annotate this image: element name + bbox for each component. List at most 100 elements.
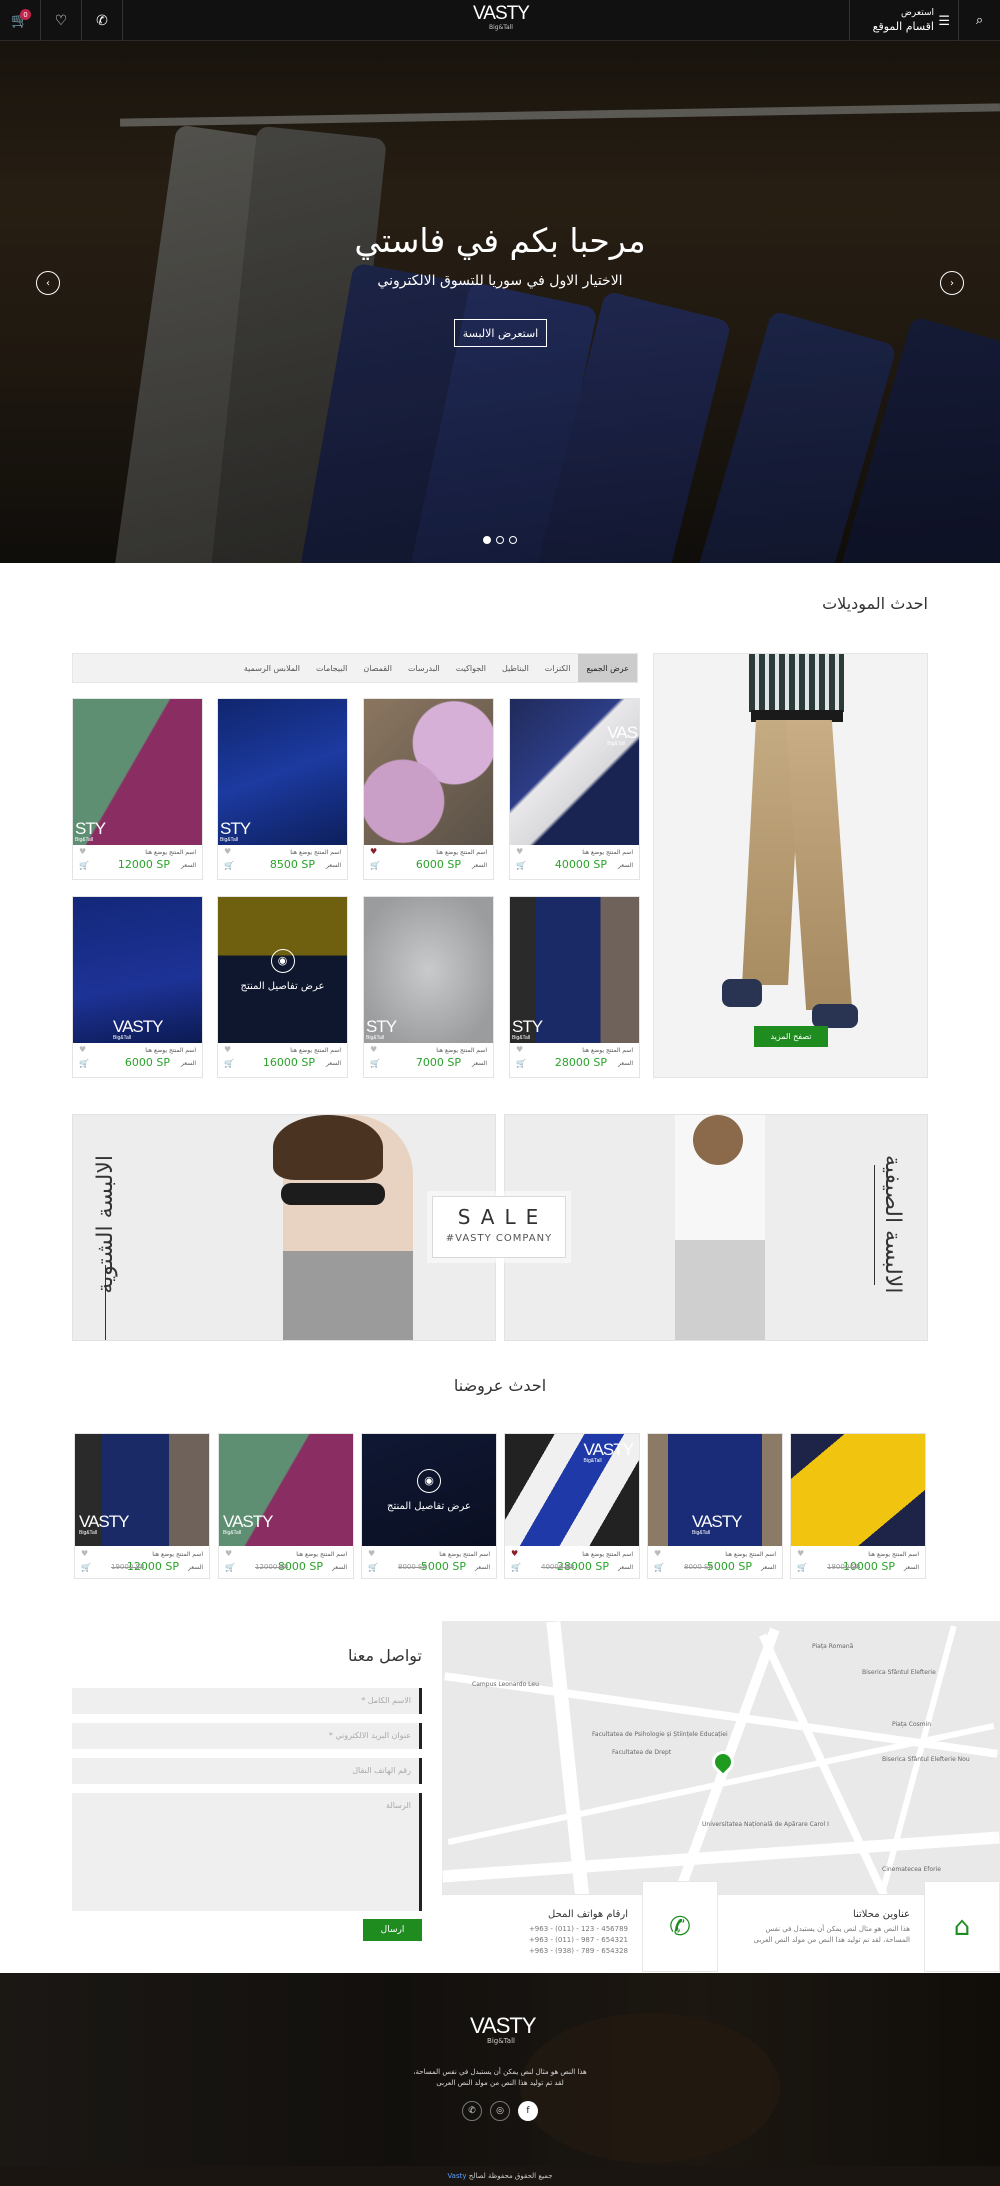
offer-card[interactable]: اسم المنتج يوضع هنا السعر 10000 SP 18000… xyxy=(790,1433,926,1579)
footer-logo-text: VASTY xyxy=(470,2013,537,2038)
heart-icon[interactable]: ♥ xyxy=(516,1045,523,1054)
product-details-overlay[interactable]: ◉ عرض تفاصيل المنتج xyxy=(218,897,347,1043)
price-label: السعر xyxy=(331,1564,347,1571)
heart-icon[interactable]: ♥ xyxy=(370,847,377,856)
slider-dot-3[interactable] xyxy=(509,536,517,544)
footer-logo[interactable]: VASTY Big&Tall xyxy=(470,2013,537,2046)
cart-icon[interactable]: 🛒 xyxy=(224,861,234,870)
full-name-field[interactable]: الاسم الكامل * xyxy=(72,1688,422,1714)
whatsapp-icon[interactable]: ✆ xyxy=(462,2101,482,2121)
cart-icon[interactable]: 🛒 xyxy=(516,861,526,870)
phones-title: ارقام هواتف المحل xyxy=(548,1909,628,1920)
tab-pajamas[interactable]: البيجامات xyxy=(308,654,355,682)
tab-sweaters[interactable]: الكنزات xyxy=(537,654,579,682)
cart-icon[interactable]: 🛒 xyxy=(225,1563,235,1572)
tab-shirts[interactable]: القمصان xyxy=(355,654,400,682)
cart-icon[interactable]: 🛒 xyxy=(81,1563,91,1572)
search-button[interactable]: ⌕ xyxy=(959,0,1000,41)
sale-badge[interactable]: SALE #VASTY COMPANY xyxy=(432,1196,566,1258)
slider-dot-2[interactable] xyxy=(496,536,504,544)
browse-clothes-button[interactable]: استعرض الالبسة xyxy=(454,319,547,347)
product-name: اسم المنتج يوضع هنا xyxy=(436,849,487,856)
cart-icon[interactable]: 🛒 xyxy=(370,1059,380,1068)
cart-icon[interactable]: 🛒 xyxy=(511,1563,521,1572)
heart-icon[interactable]: ♥ xyxy=(370,1045,377,1054)
heart-icon[interactable]: ♥ xyxy=(654,1549,661,1558)
message-field[interactable]: الرسالة xyxy=(72,1793,422,1911)
product-name: اسم المنتج يوضع هنا xyxy=(439,1551,490,1558)
wishlist-button[interactable]: ♡ xyxy=(41,0,82,41)
heart-icon[interactable]: ♥ xyxy=(79,847,86,856)
menu-label-large: اقسام الموقع xyxy=(872,20,934,33)
old-price: 12000 SP xyxy=(255,1563,289,1571)
facebook-icon[interactable]: f xyxy=(518,2101,538,2121)
heart-icon[interactable]: ♥ xyxy=(368,1549,375,1558)
heart-icon[interactable]: ♥ xyxy=(224,1045,231,1054)
heart-icon[interactable]: ♥ xyxy=(511,1549,518,1558)
heart-icon[interactable]: ♥ xyxy=(516,847,523,856)
product-card[interactable]: STY Big&Tall اسم المنتج يوضع هنا السعر 85… xyxy=(217,698,348,880)
vasty-watermark: VASTY Big&Tall xyxy=(692,1512,742,1536)
price-label: السعر xyxy=(617,1564,633,1571)
heart-icon[interactable]: ♥ xyxy=(797,1549,804,1558)
product-card[interactable]: STY Big&Tall اسم المنتج يوضع هنا السعر 70… xyxy=(363,896,494,1078)
phone-number: +963 - (938) - 789 - 654328 xyxy=(528,1947,628,1955)
price-label: السعر xyxy=(617,1060,633,1067)
product-card[interactable]: اسم المنتج يوضع هنا السعر 6000 SP ♥ 🛒 xyxy=(363,698,494,880)
product-card[interactable]: VAS Big&Tall اسم المنتج يوضع هنا السعر 40… xyxy=(509,698,640,880)
cart-icon[interactable]: 🛒 xyxy=(224,1059,234,1068)
phone-field[interactable]: رقم الهاتف النقال xyxy=(72,1758,422,1784)
footer-logo-subtext: Big&Tall xyxy=(487,2037,515,2045)
sale-text: SALE xyxy=(457,1205,549,1229)
offer-card[interactable]: VASTY Big&Tall اسم المنتج يوضع هنا السعر … xyxy=(647,1433,783,1579)
hero-slider: ‹ › مرحبا بكم في فاستي الاختيار الاول في… xyxy=(0,41,1000,563)
product-name: اسم المنتج يوضع هنا xyxy=(296,1551,347,1558)
browse-more-button[interactable]: تصفح المزيد xyxy=(754,1026,828,1047)
copyright-brand-link[interactable]: Vasty xyxy=(447,2172,466,2180)
featured-product-card[interactable]: تصفح المزيد xyxy=(653,653,928,1078)
summer-clothes-banner[interactable]: الالبسة الصيفية xyxy=(504,1114,928,1341)
cart-icon[interactable]: 🛒 xyxy=(797,1563,807,1572)
tab-suits[interactable]: البدرسات xyxy=(400,654,448,682)
heart-icon[interactable]: ♥ xyxy=(79,1045,86,1054)
cart-icon[interactable]: 🛒 xyxy=(79,1059,89,1068)
tab-jackets[interactable]: الجواكيت xyxy=(448,654,494,682)
map-label: Piața Romană xyxy=(812,1643,854,1650)
offer-card[interactable]: VASTY Big&Tall اسم المنتج يوضع هنا السعر … xyxy=(74,1433,210,1579)
offer-card[interactable]: VASTY Big&Tall اسم المنتج يوضع هنا السعر … xyxy=(504,1433,640,1579)
site-sections-menu[interactable]: استعرض اقسام الموقع ☰ xyxy=(849,0,959,41)
product-card[interactable]: STY Big&Tall اسم المنتج يوضع هنا السعر 12… xyxy=(72,698,203,880)
send-button[interactable]: ارسال xyxy=(363,1919,422,1941)
cart-icon[interactable]: 🛒 xyxy=(370,861,380,870)
phone-icon: ✆ xyxy=(642,1881,718,1972)
cart-icon[interactable]: 🛒 xyxy=(79,861,89,870)
instagram-icon[interactable]: ◎ xyxy=(490,2101,510,2121)
heart-icon[interactable]: ♥ xyxy=(224,847,231,856)
tab-pants[interactable]: البناطيل xyxy=(494,654,537,682)
cart-button[interactable]: 🛒 0 xyxy=(0,0,41,41)
heart-icon[interactable]: ♥ xyxy=(225,1549,232,1558)
product-image: VASTY Big&Tall xyxy=(73,897,202,1043)
slider-dot-1[interactable] xyxy=(483,536,491,544)
heart-icon[interactable]: ♥ xyxy=(81,1549,88,1558)
eye-icon: ◉ xyxy=(270,948,295,973)
offer-card[interactable]: ◉ عرض تفاصيل المنتج اسم المنتج يوضع هنا … xyxy=(361,1433,497,1579)
price-label: السعر xyxy=(180,1060,196,1067)
cart-icon[interactable]: 🛒 xyxy=(368,1563,378,1572)
tab-all[interactable]: عرض الجميع xyxy=(578,654,637,682)
product-image: STY Big&Tall xyxy=(73,699,202,845)
product-price: 7000 SP xyxy=(415,1056,461,1069)
summer-model-head xyxy=(693,1115,743,1165)
product-details-overlay[interactable]: ◉ عرض تفاصيل المنتج xyxy=(362,1434,496,1546)
product-card[interactable]: VASTY Big&Tall اسم المنتج يوضع هنا السعر … xyxy=(72,896,203,1078)
call-button[interactable]: ✆ xyxy=(82,0,123,41)
cart-icon[interactable]: 🛒 xyxy=(654,1563,664,1572)
product-card[interactable]: ◉ عرض تفاصيل المنتج اسم المنتج يوضع هنا … xyxy=(217,896,348,1078)
offer-card[interactable]: VASTY Big&Tall اسم المنتج يوضع هنا السعر … xyxy=(218,1433,354,1579)
product-card[interactable]: STY Big&Tall اسم المنتج يوضع هنا السعر 28… xyxy=(509,896,640,1078)
tab-formal-wear[interactable]: الملابس الرسمية xyxy=(236,654,308,682)
site-logo[interactable]: VASTY Big&Tall xyxy=(470,4,532,32)
price-label: السعر xyxy=(325,862,341,869)
email-field[interactable]: عنوان البريد الالكتروني * xyxy=(72,1723,422,1749)
cart-icon[interactable]: 🛒 xyxy=(516,1059,526,1068)
